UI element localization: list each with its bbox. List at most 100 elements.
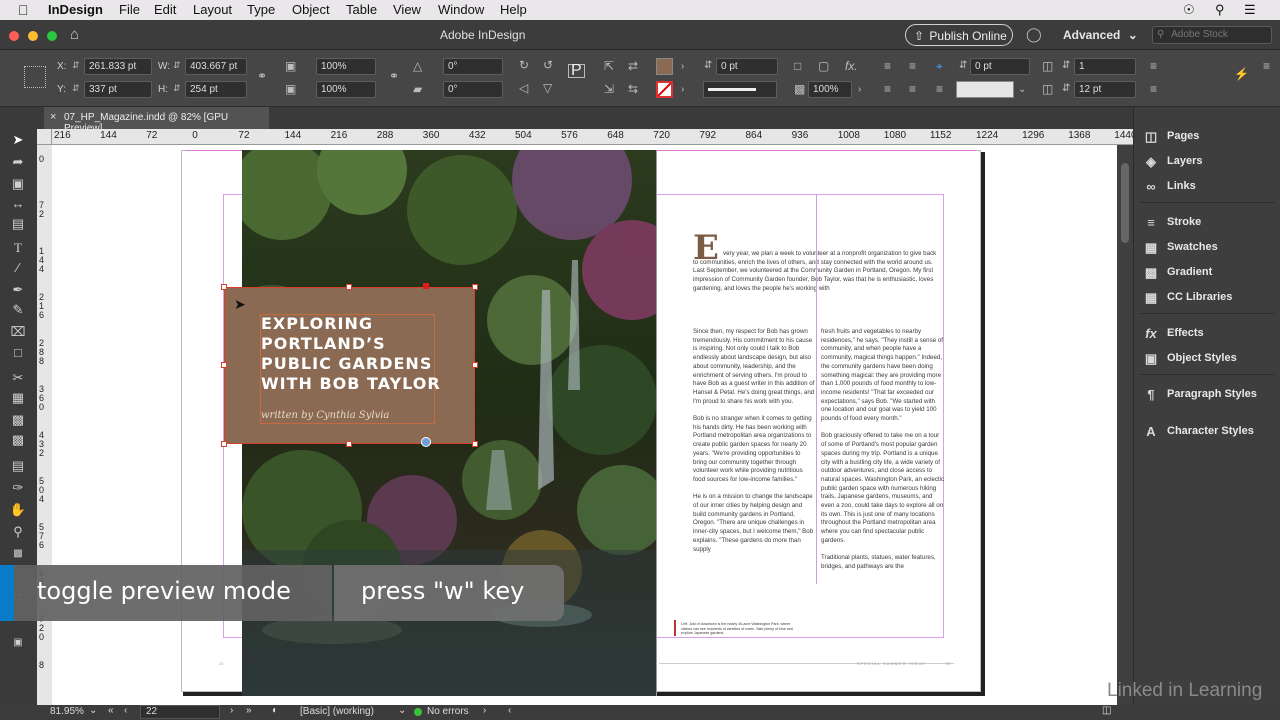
menu-type[interactable]: Type (247, 2, 275, 17)
inset-stepper-icon[interactable]: ⇵ (959, 60, 967, 72)
scissors-tool-icon[interactable]: ✂ (8, 369, 28, 387)
intro-paragraph[interactable]: very year, we plan a week to volunteer a… (693, 250, 943, 316)
drop-shadow-icon[interactable]: ▢ (818, 60, 829, 72)
flip-vertical-icon[interactable]: ▽ (543, 82, 552, 94)
out-port-icon[interactable] (423, 283, 429, 289)
direct-selection-tool-icon[interactable]: ➦ (8, 153, 28, 171)
fill-stroke-swap-icon[interactable]: ▩ (8, 545, 28, 563)
handle-top-right[interactable] (472, 284, 478, 290)
zoom-chevron-icon[interactable]: ⌄ (89, 705, 97, 716)
next-page-icon[interactable]: › (230, 705, 233, 716)
y-position-field[interactable]: 337 pt (84, 81, 152, 98)
flip-horizontal-icon[interactable]: ◁ (519, 82, 528, 94)
text-frame-align-icon[interactable]: ≡ (1150, 60, 1157, 72)
gap-tool-icon[interactable]: ↔ (8, 195, 28, 213)
content-grabber-icon[interactable] (421, 437, 431, 447)
toggle-panels-icon[interactable]: ◫ (1102, 705, 1111, 716)
constrain-scale-icon[interactable]: ⚭ (389, 70, 399, 82)
body-column-1[interactable]: Since then, my respect for Bob has grown… (693, 328, 815, 588)
workspace-switcher[interactable]: Advanced ⌄ (1063, 28, 1138, 42)
close-tab-icon[interactable]: × (50, 111, 56, 123)
select-content-icon[interactable]: ⇲ (604, 83, 614, 95)
selection-tool-icon[interactable]: ➤ (8, 131, 28, 149)
preflight-menu-icon[interactable]: › (483, 705, 486, 716)
adobe-stock-search-input[interactable]: ⚲ Adobe Stock (1152, 26, 1272, 44)
rotate-ccw-icon[interactable]: ↺ (543, 59, 553, 71)
scroll-left-icon[interactable]: ‹ (508, 705, 511, 716)
apple-icon[interactable]:  (18, 2, 29, 18)
y-stepper-icon[interactable]: ⇵ (72, 82, 80, 94)
notification-center-icon[interactable]: ☰ (1244, 2, 1256, 18)
menu-view[interactable]: View (393, 2, 421, 17)
quick-apply-icon[interactable]: ⚡ (1234, 68, 1249, 80)
rectangle-frame-tool-icon[interactable]: ⌧ (8, 323, 28, 341)
gutter-stepper-icon[interactable]: ⇵ (1062, 83, 1070, 95)
panel-links[interactable]: ∞ Links (1134, 176, 1280, 198)
rotation-field[interactable]: 0° (443, 58, 503, 75)
fill-swatch[interactable] (656, 58, 673, 75)
menu-window[interactable]: Window (438, 2, 484, 17)
panel-object-styles[interactable]: ▣ Object Styles (1134, 348, 1280, 370)
menu-table[interactable]: Table (346, 2, 377, 17)
handle-top-middle[interactable] (346, 284, 352, 290)
working-style-label[interactable]: [Basic] (working) (300, 706, 374, 717)
menu-object[interactable]: Object (292, 2, 330, 17)
x-stepper-icon[interactable]: ⇵ (72, 59, 80, 71)
object-style-chevron-icon[interactable]: ⌄ (1018, 84, 1026, 96)
handle-bottom-left[interactable] (221, 441, 227, 447)
horizontal-ruler[interactable]: 216 144 72 0 72 144 216 288 360 432 504 576 648 720 79… (52, 129, 1137, 145)
fill-chevron-icon[interactable]: › (681, 61, 684, 73)
panel-effects[interactable]: fx Effects (1134, 323, 1280, 345)
preflight-errors-label[interactable]: No errors (427, 706, 469, 717)
gradient-feather-tool-icon[interactable]: ▩ (8, 431, 28, 449)
panel-cc-libraries[interactable]: ▦ CC Libraries (1134, 287, 1280, 309)
handle-top-left[interactable] (221, 284, 227, 290)
style-chevron-icon[interactable]: ⌄ (398, 705, 406, 716)
handle-bottom-middle[interactable] (346, 441, 352, 447)
h-stepper-icon[interactable]: ⇵ (173, 82, 181, 94)
title-text-frame[interactable]: EXPLORING PORTLAND’S PUBLIC GARDENS WITH… (224, 287, 475, 444)
zoom-window-button[interactable] (47, 31, 57, 41)
frame-fitting-icon[interactable]: □ (794, 60, 801, 72)
panel-character-styles[interactable]: A Character Styles (1134, 421, 1280, 443)
page-tool-icon[interactable]: ▣ (8, 175, 28, 193)
ruler-origin[interactable] (37, 129, 52, 145)
screen-mode-icon[interactable]: ▣ (8, 634, 28, 652)
effects-fx-icon[interactable]: fx. (845, 60, 858, 72)
type-tool-icon[interactable]: T (8, 239, 28, 257)
spotlight-search-icon[interactable]: ⚲ (1215, 2, 1225, 18)
scale-y-field[interactable]: 100% (316, 81, 376, 98)
menu-layout[interactable]: Layout (193, 2, 232, 17)
eyedropper-tool-icon[interactable]: ✑ (8, 479, 28, 497)
page-number-field[interactable]: 22 (140, 705, 220, 719)
stroke-chevron-icon[interactable]: › (681, 84, 684, 96)
handle-middle-left[interactable] (221, 362, 227, 368)
photo-caption-frame[interactable]: Left: Just of downtown is the nearly 40-… (674, 620, 802, 636)
body-column-2[interactable]: fresh fruits and vegetables to nearby re… (821, 328, 945, 588)
pencil-tool-icon[interactable]: ✎ (8, 301, 28, 319)
vertical-ruler[interactable]: 0721442162883604325045766487208 (37, 145, 52, 705)
menu-file[interactable]: File (119, 2, 140, 17)
stroke-swatch-none[interactable] (656, 81, 673, 98)
x-position-field[interactable]: 261.833 pt (84, 58, 152, 75)
panel-gradient[interactable]: ▩ Gradient (1134, 262, 1280, 284)
span-columns-icon[interactable]: ≡ (936, 83, 943, 95)
width-field[interactable]: 403.667 pt (185, 58, 247, 75)
constrain-proportions-icon[interactable]: ⚭ (257, 70, 267, 82)
stroke-weight-stepper-icon[interactable]: ⇵ (704, 60, 712, 72)
text-wrap-icon[interactable]: P (568, 63, 585, 79)
open-page-icon[interactable]: ◐ (272, 705, 278, 716)
panel-pages[interactable]: ◫ Pages (1134, 126, 1280, 148)
panel-paragraph-styles[interactable]: ¶ Paragraph Styles (1134, 384, 1280, 406)
reference-point-icon[interactable] (24, 66, 46, 88)
vertical-justify-icon[interactable]: ≡ (1150, 83, 1157, 95)
home-icon[interactable]: ⌂ (70, 26, 79, 43)
lightbulb-icon[interactable]: ◯ (1026, 26, 1042, 43)
free-transform-tool-icon[interactable]: ▦ (8, 389, 28, 407)
text-frame-options-icon[interactable]: ≡ (884, 83, 891, 95)
line-tool-icon[interactable]: ∕ (8, 259, 28, 277)
article-byline[interactable]: written by Cynthia Sylvia (261, 410, 389, 421)
note-tool-icon[interactable]: ▤ (8, 457, 28, 475)
gradient-swatch-tool-icon[interactable]: ▩ (8, 411, 28, 429)
handle-bottom-right[interactable] (472, 441, 478, 447)
